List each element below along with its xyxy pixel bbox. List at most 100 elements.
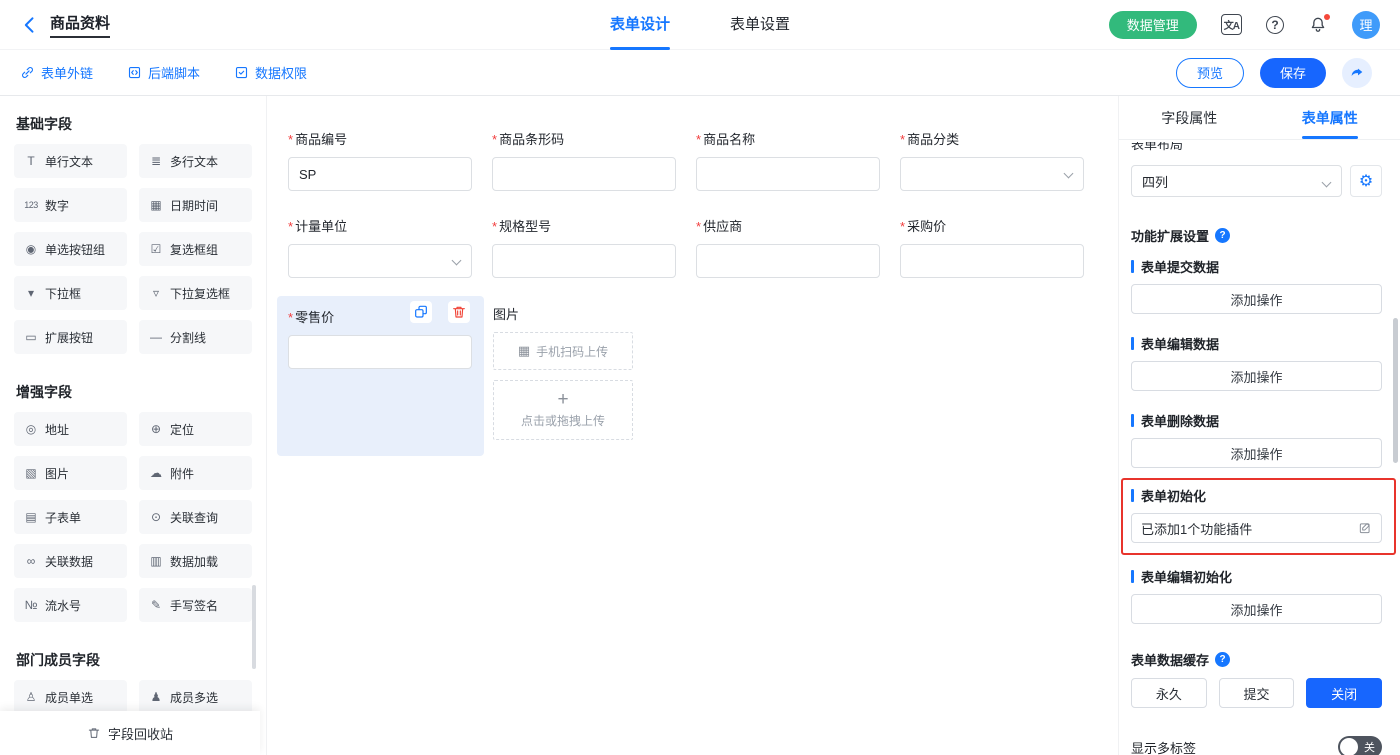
- section-bar: [1131, 337, 1134, 350]
- field-recycle-bin[interactable]: 字段回收站: [0, 711, 260, 755]
- supplier-input[interactable]: [696, 244, 880, 278]
- toolbar-actions: 预览 保存: [1176, 58, 1372, 88]
- field-label-row: *供应商: [696, 219, 880, 235]
- category-select[interactable]: [900, 157, 1084, 191]
- backend-script-link[interactable]: 后端脚本: [127, 63, 200, 82]
- layout-settings-button[interactable]: ⚙: [1350, 165, 1382, 197]
- field-label: 下拉复选框: [170, 285, 230, 302]
- field-address[interactable]: ◎地址: [14, 412, 127, 446]
- plugin-added-label: 已添加1个功能插件: [1141, 519, 1252, 538]
- field-single-line-text[interactable]: T单行文本: [14, 144, 127, 178]
- required-marker: *: [696, 132, 701, 147]
- field-member-multi[interactable]: ♟成员多选: [139, 680, 252, 714]
- gear-icon: ⚙: [1359, 171, 1373, 191]
- field-checkbox-group[interactable]: ☑复选框组: [139, 232, 252, 266]
- help-badge-icon[interactable]: ?: [1215, 228, 1230, 243]
- spec-input[interactable]: [492, 244, 676, 278]
- tab-form-settings[interactable]: 表单设置: [730, 0, 790, 50]
- copy-field-button[interactable]: [410, 301, 432, 323]
- add-action-button[interactable]: 添加操作: [1131, 438, 1382, 468]
- plugin-added-box[interactable]: 已添加1个功能插件: [1131, 513, 1382, 543]
- member-fields-grid: ♙成员单选 ♟成员多选: [14, 680, 252, 714]
- annotation-highlight: 表单初始化 已添加1个功能插件: [1121, 478, 1396, 555]
- cache-option-off[interactable]: 关闭: [1306, 678, 1382, 708]
- field-image-upload: 图片 ▦ 手机扫码上传 + 点击或拖拽上传: [493, 307, 643, 440]
- field-location[interactable]: ⊕定位: [139, 412, 252, 446]
- field-divider[interactable]: ―分割线: [139, 320, 252, 354]
- field-datetime[interactable]: ▦日期时间: [139, 188, 252, 222]
- qr-code-icon: ▦: [518, 343, 530, 359]
- section-bar: [1131, 570, 1134, 583]
- scan-upload-button[interactable]: ▦ 手机扫码上传: [493, 332, 633, 370]
- help-icon[interactable]: ?: [1266, 16, 1284, 34]
- field-label-row: *商品编号: [288, 132, 472, 148]
- data-permission-link[interactable]: 数据权限: [234, 63, 307, 82]
- form-external-link[interactable]: 表单外链: [20, 63, 93, 82]
- selected-field-retail-price[interactable]: *零售价: [277, 296, 484, 456]
- back-button[interactable]: [18, 13, 42, 37]
- required-marker: *: [900, 219, 905, 234]
- retail-price-input[interactable]: [288, 335, 472, 369]
- share-button[interactable]: [1342, 58, 1372, 88]
- field-subform[interactable]: ▤子表单: [14, 500, 127, 534]
- cache-option-forever[interactable]: 永久: [1131, 678, 1207, 708]
- cache-option-submit[interactable]: 提交: [1219, 678, 1295, 708]
- tab-field-properties[interactable]: 字段属性: [1119, 96, 1260, 139]
- product-code-input[interactable]: SP: [288, 157, 472, 191]
- field-multi-dropdown[interactable]: ▿下拉复选框: [139, 276, 252, 310]
- field-radio-group[interactable]: ◉单选按钮组: [14, 232, 127, 266]
- field-linked-query[interactable]: ⊙关联查询: [139, 500, 252, 534]
- add-action-button[interactable]: 添加操作: [1131, 594, 1382, 624]
- copy-icon: [413, 304, 429, 320]
- panel-scrollbar[interactable]: [1393, 318, 1398, 463]
- section-form-submit: 表单提交数据: [1131, 257, 1382, 276]
- search-icon: ⊙: [147, 510, 165, 524]
- product-name-input[interactable]: [696, 157, 880, 191]
- tab-form-properties[interactable]: 表单属性: [1260, 96, 1400, 139]
- required-marker: *: [288, 132, 293, 147]
- field-image[interactable]: ▧图片: [14, 456, 127, 490]
- cache-title-row: 表单数据缓存 ?: [1131, 650, 1382, 669]
- pen-icon: ✎: [147, 598, 165, 612]
- field-attachment[interactable]: ☁附件: [139, 456, 252, 490]
- field-category: *商品分类: [900, 132, 1084, 191]
- notification-bell[interactable]: [1308, 15, 1328, 35]
- add-action-button[interactable]: 添加操作: [1131, 361, 1382, 391]
- translate-icon[interactable]: 文A: [1221, 14, 1242, 35]
- unit-select[interactable]: [288, 244, 472, 278]
- field-dropdown[interactable]: ▾下拉框: [14, 276, 127, 310]
- user-avatar[interactable]: 理: [1352, 11, 1380, 39]
- tab-form-design[interactable]: 表单设计: [610, 0, 670, 50]
- basic-fields-grid: T单行文本 ≣多行文本 123数字 ▦日期时间 ◉单选按钮组 ☑复选框组 ▾下拉…: [14, 144, 252, 354]
- purchase-price-input[interactable]: [900, 244, 1084, 278]
- field-number[interactable]: 123数字: [14, 188, 127, 222]
- delete-field-button[interactable]: [448, 301, 470, 323]
- add-action-button[interactable]: 添加操作: [1131, 284, 1382, 314]
- data-manage-button[interactable]: 数据管理: [1109, 11, 1197, 39]
- layout-select[interactable]: 四列: [1131, 165, 1342, 197]
- sidebar-scrollbar[interactable]: [252, 585, 256, 669]
- field-data-load[interactable]: ▥数据加载: [139, 544, 252, 578]
- barcode-input[interactable]: [492, 157, 676, 191]
- field-serial-number[interactable]: №流水号: [14, 588, 127, 622]
- multi-tab-toggle[interactable]: 关: [1338, 736, 1382, 755]
- save-button[interactable]: 保存: [1260, 58, 1326, 88]
- upload-dropzone[interactable]: + 点击或拖拽上传: [493, 380, 633, 440]
- edit-plugin-icon[interactable]: [1358, 521, 1372, 535]
- recycle-bin-label: 字段回收站: [108, 724, 173, 743]
- help-badge-icon[interactable]: ?: [1215, 652, 1230, 667]
- header-actions: 数据管理 文A ? 理: [1109, 11, 1400, 39]
- preview-button[interactable]: 预览: [1176, 58, 1244, 88]
- section-title: 表单初始化: [1141, 486, 1206, 505]
- field-signature[interactable]: ✎手写签名: [139, 588, 252, 622]
- field-linked-data[interactable]: ∞关联数据: [14, 544, 127, 578]
- chart-icon: ▥: [147, 554, 165, 568]
- toggle-state-label: 关: [1364, 739, 1375, 755]
- chevron-down-icon: [452, 256, 462, 266]
- field-extend-button[interactable]: ▭扩展按钮: [14, 320, 127, 354]
- field-multi-line-text[interactable]: ≣多行文本: [139, 144, 252, 178]
- field-member-single[interactable]: ♙成员单选: [14, 680, 127, 714]
- section-form-edit-init: 表单编辑初始化: [1131, 567, 1382, 586]
- multi-tab-label: 显示多标签: [1131, 738, 1196, 755]
- required-marker: *: [492, 132, 497, 147]
